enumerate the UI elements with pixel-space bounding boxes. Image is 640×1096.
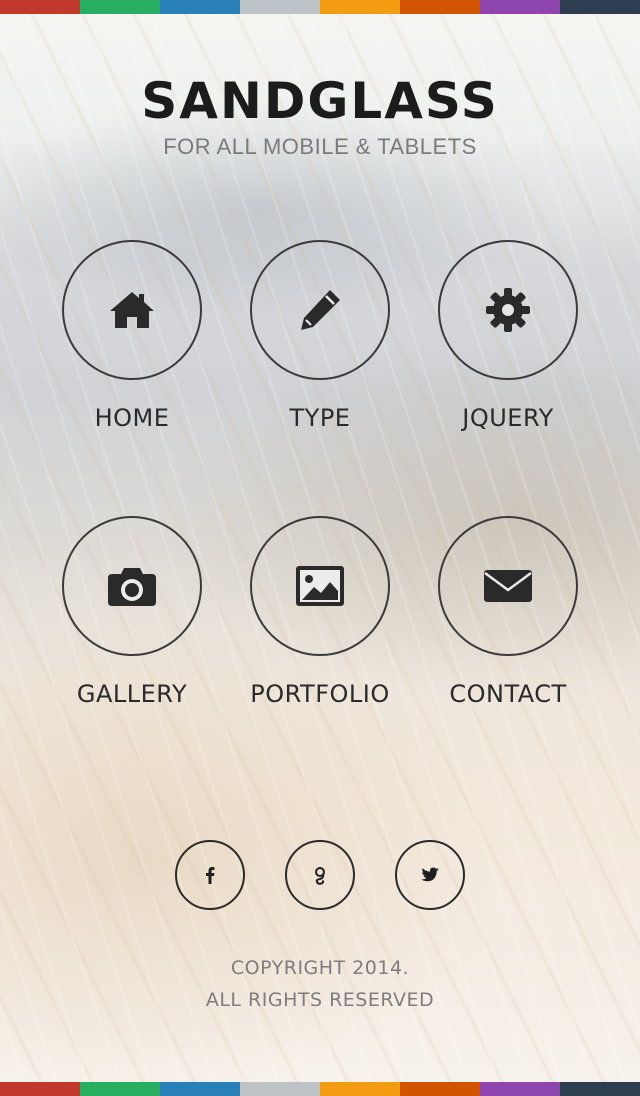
- facebook-icon: [206, 867, 215, 884]
- nav-label-contact: CONTACT: [449, 680, 567, 708]
- top-color-bar: [0, 0, 640, 14]
- envelope-icon: [484, 570, 532, 602]
- nav-item-type[interactable]: TYPE: [226, 240, 414, 432]
- nav-label-gallery: GALLERY: [76, 680, 188, 708]
- rights-text: ALL RIGHTS RESERVED: [205, 989, 435, 1011]
- nav-circle[interactable]: [250, 240, 390, 380]
- nav-item-contact[interactable]: CONTACT: [414, 516, 602, 708]
- app-title: SANDGLASS: [141, 72, 499, 130]
- home-icon: [110, 292, 154, 328]
- color-bar-segment: [0, 1082, 80, 1096]
- color-bar-segment: [80, 0, 160, 14]
- twitter-button[interactable]: [395, 840, 465, 910]
- bottom-color-bar: [0, 1082, 640, 1096]
- color-bar-segment: [480, 0, 560, 14]
- camera-icon: [108, 568, 156, 606]
- nav-circle[interactable]: [250, 516, 390, 656]
- pencil-icon: [301, 290, 340, 330]
- color-bar-segment: [480, 1082, 560, 1096]
- social-links: [0, 840, 640, 910]
- footer: COPYRIGHT 2014. ALL RIGHTS RESERVED: [0, 952, 640, 1016]
- nav-label-portfolio: PORTFOLIO: [250, 680, 390, 708]
- nav-item-gallery[interactable]: GALLERY: [38, 516, 226, 708]
- color-bar-segment: [160, 1082, 240, 1096]
- nav-label-jquery: JQUERY: [462, 404, 554, 432]
- gear-icon: [486, 288, 530, 332]
- nav-label-type: TYPE: [289, 404, 351, 432]
- color-bar-segment: [400, 0, 480, 14]
- color-bar-segment: [240, 1082, 320, 1096]
- nav-item-home[interactable]: HOME: [38, 240, 226, 432]
- copyright-text: COPYRIGHT 2014.: [230, 957, 410, 979]
- color-bar-segment: [320, 0, 400, 14]
- google-button[interactable]: [285, 840, 355, 910]
- nav-label-home: HOME: [94, 404, 170, 432]
- nav-circle[interactable]: [438, 516, 578, 656]
- nav-item-jquery[interactable]: JQUERY: [414, 240, 602, 432]
- nav-circle[interactable]: [438, 240, 578, 380]
- nav-item-portfolio[interactable]: PORTFOLIO: [226, 516, 414, 708]
- nav-circle[interactable]: [62, 240, 202, 380]
- color-bar-segment: [0, 0, 80, 14]
- app-subtitle: FOR ALL MOBILE & TABLETS: [163, 134, 477, 159]
- color-bar-segment: [160, 0, 240, 14]
- color-bar-segment: [240, 0, 320, 14]
- facebook-button[interactable]: [175, 840, 245, 910]
- image-icon: [296, 566, 344, 606]
- color-bar-segment: [560, 1082, 640, 1096]
- color-bar-segment: [80, 1082, 160, 1096]
- color-bar-segment: [400, 1082, 480, 1096]
- nav-circle[interactable]: [62, 516, 202, 656]
- color-bar-segment: [320, 1082, 400, 1096]
- header: SANDGLASS FOR ALL MOBILE & TABLETS: [0, 72, 640, 160]
- google-icon: [315, 867, 325, 885]
- nav-grid: HOME TYPE JQUERY GALLERY PORTFOLIO CONTA…: [38, 240, 602, 708]
- twitter-icon: [421, 867, 439, 882]
- color-bar-segment: [560, 0, 640, 14]
